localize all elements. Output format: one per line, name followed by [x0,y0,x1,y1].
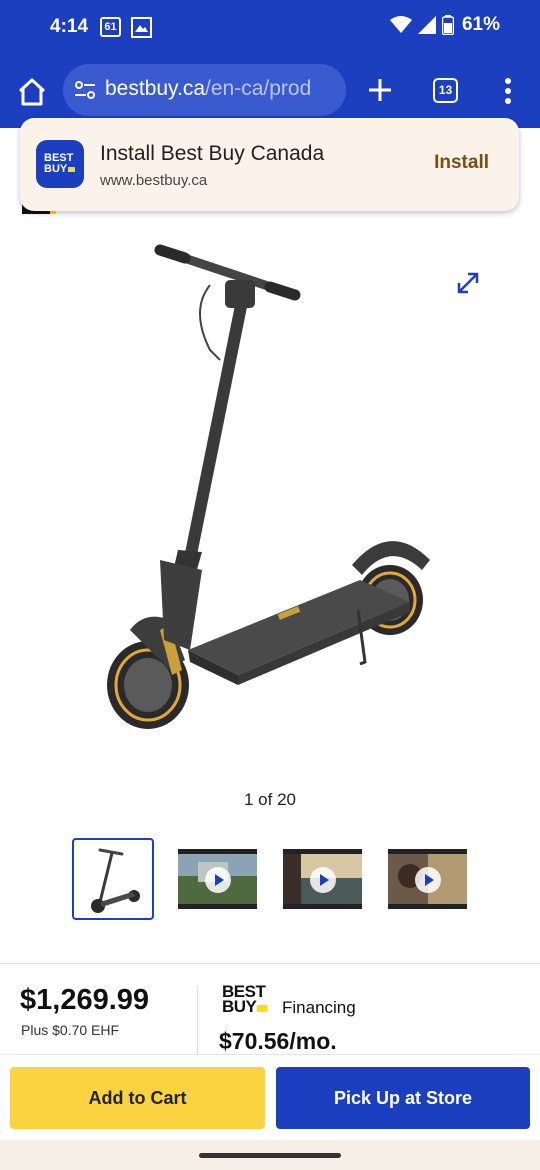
status-time: 4:14 [50,16,89,37]
best-buy-financing-logo: BEST BUY [222,983,268,1016]
install-banner-domain: www.bestbuy.ca [100,172,208,189]
scooter-thumbnail-icon [91,848,140,913]
play-icon [205,867,231,893]
cell-signal-icon [417,16,436,34]
install-app-banner[interactable]: BEST BUY Install Best Buy Canada www.bes… [20,118,519,211]
sticky-action-bar: Add to Cart Pick Up at Store [0,1054,540,1140]
financing-logo-line2: BUY [222,997,257,1016]
notification-badge: 61 [100,17,121,37]
home-gesture-handle[interactable] [199,1153,341,1158]
play-icon [415,867,441,893]
thumbnail-image-1[interactable] [72,838,154,920]
add-to-cart-button[interactable]: Add to Cart [10,1067,265,1129]
url-path: /en-ca/prod [205,77,312,100]
status-bar: 4:14 61 61% [0,0,540,56]
financing-label: Financing [282,998,356,1017]
logo-line2: BUY [44,163,68,175]
site-settings-icon[interactable] [73,78,97,102]
best-buy-app-logo: BEST BUY [36,140,84,188]
price-divider [197,986,198,1054]
price-section: $1,269.99 Plus $0.70 EHF BEST BUY Financ… [0,964,540,1054]
url-domain: bestbuy.ca [105,77,206,100]
battery-icon [441,15,454,35]
thumbnail-video-2[interactable] [283,849,362,909]
install-banner-title: Install Best Buy Canada [100,142,325,165]
photos-notification-icon [131,17,152,38]
image-counter: 1 of 20 [244,790,296,809]
financing-logo-tag-icon [257,1005,268,1012]
gesture-nav-bar [0,1140,540,1170]
ehf-fee: Plus $0.70 EHF [21,1022,120,1038]
wifi-icon [389,16,412,33]
thumbnail-strip [0,838,540,920]
battery-percent: 61% [461,14,500,35]
play-icon [310,867,336,893]
more-menu-icon[interactable] [498,76,518,106]
new-tab-icon[interactable] [366,76,394,104]
address-bar[interactable]: bestbuy.ca/en-ca/prod [63,64,346,116]
thumbnail-video-1[interactable] [178,849,257,909]
home-icon[interactable] [16,76,48,108]
status-icons: 61% [389,14,500,36]
thumbnail-video-3[interactable] [388,849,467,909]
url-text: bestbuy.ca/en-ca/prod [105,77,311,101]
monthly-payment[interactable]: $70.56/mo. [219,1028,337,1054]
product-price: $1,269.99 [20,984,150,1016]
product-image-scooter[interactable] [90,230,450,730]
install-button[interactable]: Install [434,152,489,174]
pick-up-at-store-button[interactable]: Pick Up at Store [276,1067,530,1129]
tab-switcher-button[interactable]: 13 [433,78,458,103]
logo-tag-icon [68,167,76,172]
expand-image-icon[interactable] [455,270,481,296]
